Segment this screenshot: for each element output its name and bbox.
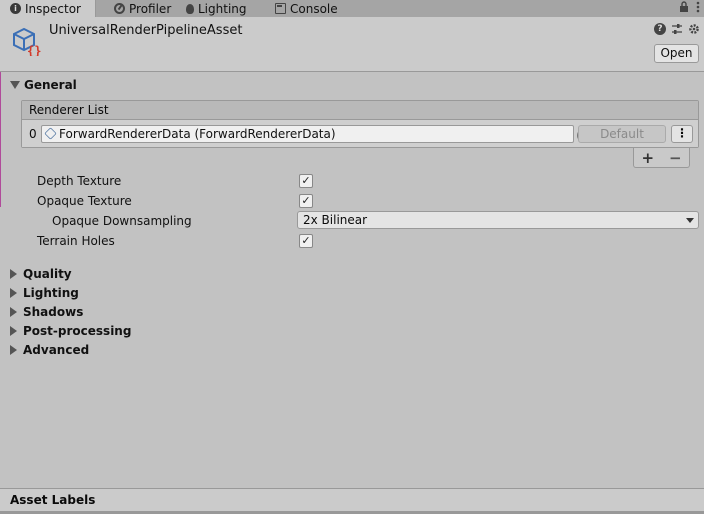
- tab-inspector[interactable]: i Inspector: [0, 0, 96, 17]
- opaque-downsampling-dropdown[interactable]: 2x Bilinear: [297, 211, 699, 229]
- inspector-header: {} UniversalRenderPipelineAsset ? Open: [0, 17, 704, 72]
- expanded-arrow-icon: [10, 81, 20, 89]
- default-button[interactable]: Default: [578, 125, 666, 143]
- add-icon[interactable]: +: [641, 149, 654, 167]
- renderer-object-field[interactable]: ForwardRendererData (ForwardRendererData…: [41, 125, 590, 143]
- tabbar-controls: [679, 1, 700, 16]
- opaque-texture-checkbox[interactable]: ✓: [299, 194, 313, 208]
- tab-lighting[interactable]: Lighting: [176, 0, 256, 17]
- svg-text:{}: {}: [27, 44, 41, 56]
- section-label: General: [24, 78, 77, 92]
- collapsed-arrow-icon: [10, 288, 17, 298]
- tab-label: Console: [290, 1, 338, 16]
- dropdown-value: 2x Bilinear: [303, 213, 368, 227]
- tab-bar: i Inspector Profiler Lighting Console: [0, 0, 704, 17]
- scriptable-object-icon: [44, 127, 57, 140]
- section-label: Advanced: [23, 343, 90, 357]
- post-processing-foldout[interactable]: Post-processing: [8, 324, 131, 338]
- renderer-value: ForwardRendererData (ForwardRendererData…: [59, 127, 336, 141]
- renderer-index: 0: [29, 127, 37, 141]
- header-icons: ?: [654, 23, 700, 38]
- console-icon: [275, 3, 286, 14]
- terrain-holes-label: Terrain Holes: [37, 234, 115, 248]
- tab-label: Lighting: [198, 1, 247, 16]
- renderer-list-header: Renderer List: [22, 101, 698, 120]
- tab-label: Inspector: [25, 1, 81, 16]
- advanced-foldout[interactable]: Advanced: [8, 343, 89, 357]
- collapsed-arrow-icon: [10, 345, 17, 355]
- lightbulb-icon: [186, 3, 194, 14]
- row-menu-button[interactable]: ⋮: [671, 125, 693, 143]
- lock-icon[interactable]: [679, 1, 689, 16]
- settings-icon[interactable]: [688, 23, 700, 38]
- list-controls: + −: [633, 148, 690, 168]
- asset-title: UniversalRenderPipelineAsset: [49, 23, 243, 38]
- opaque-downsampling-label: Opaque Downsampling: [52, 214, 192, 228]
- tab-console[interactable]: Console: [265, 0, 345, 17]
- profiler-icon: [114, 3, 125, 14]
- list-item: 0 ForwardRendererData (ForwardRendererDa…: [22, 120, 698, 147]
- info-icon: i: [10, 3, 21, 14]
- preset-icon[interactable]: [671, 23, 683, 38]
- asset-labels-bar[interactable]: Asset Labels: [0, 488, 704, 511]
- remove-icon[interactable]: −: [669, 149, 682, 167]
- opaque-texture-label: Opaque Texture: [37, 194, 132, 208]
- lighting-foldout[interactable]: Lighting: [8, 286, 79, 300]
- chevron-down-icon: [686, 218, 694, 223]
- section-label: Shadows: [23, 305, 84, 319]
- section-label: Quality: [23, 267, 72, 281]
- tab-profiler[interactable]: Profiler: [104, 0, 174, 17]
- collapsed-arrow-icon: [10, 269, 17, 279]
- terrain-holes-checkbox[interactable]: ✓: [299, 234, 313, 248]
- depth-texture-checkbox[interactable]: ✓: [299, 174, 313, 188]
- render-pipeline-asset-icon: {}: [11, 26, 43, 58]
- general-foldout[interactable]: General: [10, 78, 77, 92]
- shadows-foldout[interactable]: Shadows: [8, 305, 83, 319]
- kebab-menu-icon[interactable]: [696, 1, 700, 16]
- section-label: Post-processing: [23, 324, 132, 338]
- section-label: Lighting: [23, 286, 79, 300]
- collapsed-arrow-icon: [10, 307, 17, 317]
- depth-texture-label: Depth Texture: [37, 174, 122, 188]
- renderer-list: Renderer List 0 ForwardRendererData (For…: [21, 100, 699, 148]
- help-icon[interactable]: ?: [654, 23, 666, 35]
- quality-foldout[interactable]: Quality: [8, 267, 72, 281]
- open-button[interactable]: Open: [654, 44, 699, 63]
- tab-label: Profiler: [129, 1, 172, 16]
- collapsed-arrow-icon: [10, 326, 17, 336]
